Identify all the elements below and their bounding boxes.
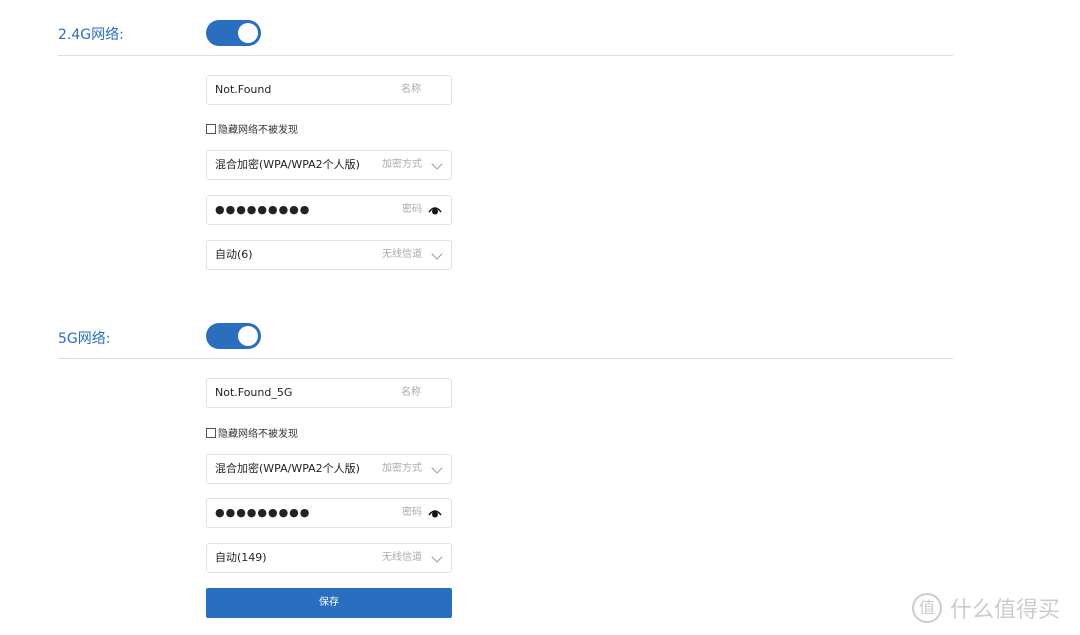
encryption-select-5g[interactable]: 混合加密(WPA/WPA2个人版) 加密方式 (206, 454, 452, 484)
checkbox-icon[interactable] (206, 123, 216, 134)
channel-value: 自动(6) (215, 248, 253, 261)
ssid-input-2-4g[interactable]: Not.Found 名称 (206, 75, 452, 105)
channel-select-2-4g[interactable]: 自动(6) 无线信道 (206, 240, 452, 270)
ssid-input-5g[interactable]: Not.Found_5G 名称 (206, 378, 452, 408)
watermark: 值 什么值得买 (912, 592, 1060, 624)
channel-value: 自动(149) (215, 551, 267, 564)
channel-hint: 无线信道 (382, 552, 422, 563)
chevron-down-icon (431, 462, 443, 474)
password-value: ●●●●●●●●● (215, 506, 311, 519)
checkbox-icon[interactable] (206, 427, 216, 438)
section-label-2-4g: 2.4G网络: (58, 27, 124, 43)
encryption-select-2-4g[interactable]: 混合加密(WPA/WPA2个人版) 加密方式 (206, 150, 452, 180)
toggle-knob (238, 326, 258, 346)
chevron-down-icon (431, 551, 443, 563)
hidden-network-label: 隐藏网络不被发现 (218, 125, 298, 136)
watermark-text: 什么值得买 (950, 598, 1061, 623)
encryption-value: 混合加密(WPA/WPA2个人版) (215, 462, 360, 475)
chevron-down-icon (431, 248, 443, 260)
encryption-value: 混合加密(WPA/WPA2个人版) (215, 158, 360, 171)
hidden-network-checkbox-2-4g[interactable]: 隐藏网络不被发现 (206, 121, 298, 136)
eye-icon[interactable] (428, 507, 442, 519)
encryption-hint: 加密方式 (382, 159, 422, 170)
eye-icon[interactable] (428, 204, 442, 216)
watermark-logo-icon: 值 (912, 593, 942, 623)
password-value: ●●●●●●●●● (215, 203, 311, 216)
divider (58, 55, 953, 56)
ssid-hint: 名称 (401, 84, 421, 95)
encryption-hint: 加密方式 (382, 463, 422, 474)
password-input-5g[interactable]: ●●●●●●●●● 密码 (206, 498, 452, 528)
divider (58, 358, 953, 359)
password-input-2-4g[interactable]: ●●●●●●●●● 密码 (206, 195, 452, 225)
channel-select-5g[interactable]: 自动(149) 无线信道 (206, 543, 452, 573)
chevron-down-icon (431, 158, 443, 170)
save-button[interactable]: 保存 (206, 588, 452, 618)
toggle-2-4g[interactable] (206, 20, 261, 46)
ssid-value: Not.Found (215, 83, 272, 96)
channel-hint: 无线信道 (382, 249, 422, 260)
toggle-knob (238, 23, 258, 43)
section-label-5g: 5G网络: (58, 331, 111, 347)
password-hint: 密码 (402, 507, 422, 518)
ssid-value: Not.Found_5G (215, 386, 293, 399)
password-hint: 密码 (402, 204, 422, 215)
hidden-network-label: 隐藏网络不被发现 (218, 429, 298, 440)
toggle-5g[interactable] (206, 323, 261, 349)
hidden-network-checkbox-5g[interactable]: 隐藏网络不被发现 (206, 425, 298, 440)
ssid-hint: 名称 (401, 387, 421, 398)
